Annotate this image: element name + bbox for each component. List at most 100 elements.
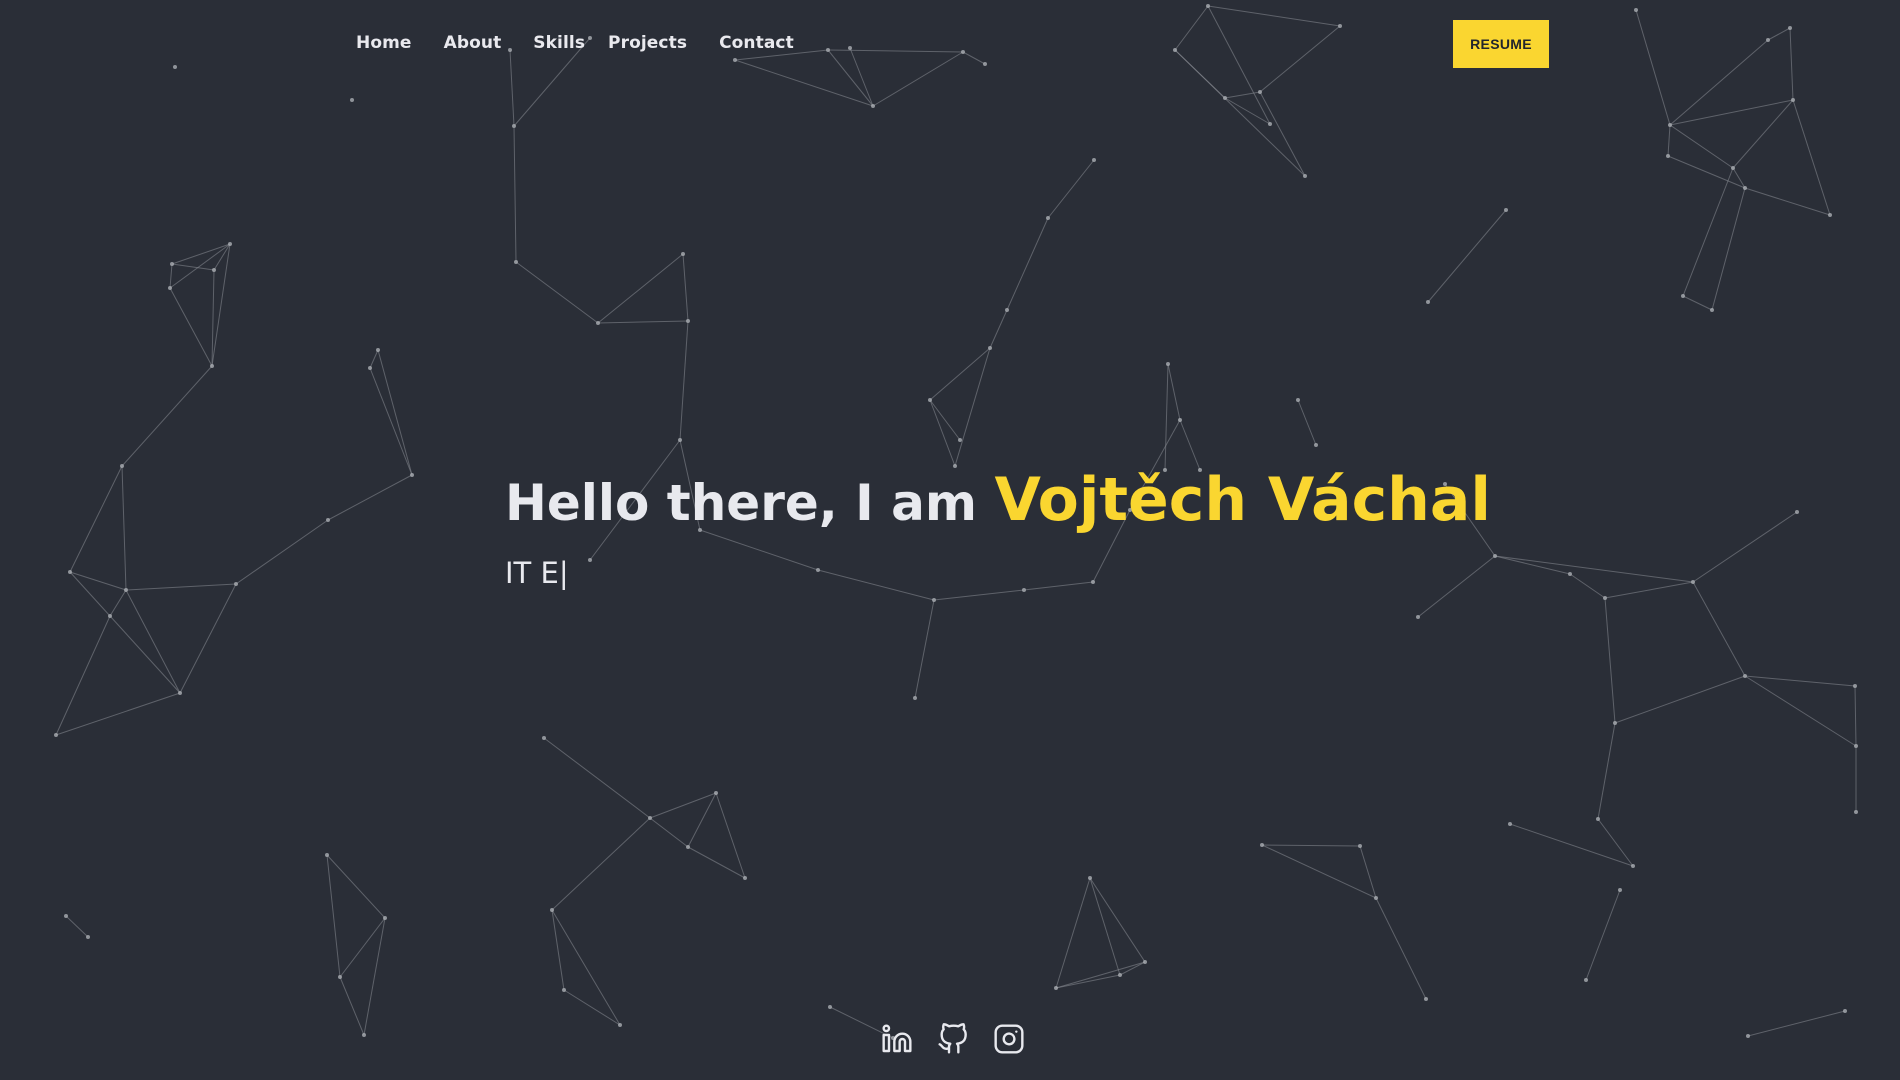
particle-node [1634,8,1638,12]
instagram-link[interactable] [992,1022,1026,1056]
particle-link [1597,722,1616,820]
particle-link [179,583,237,694]
particle-link [1711,187,1746,311]
particle-link [171,243,231,265]
particle-node [1166,362,1170,366]
hero-subtitle: IT E| [505,555,1491,591]
particle-link [1585,889,1621,981]
particle-link [377,349,413,476]
particle-link [1744,675,1856,687]
github-link[interactable] [936,1022,970,1056]
particle-node [1258,90,1262,94]
particle-node [1143,960,1147,964]
particle-node [1046,216,1050,220]
particle-link [1089,877,1146,963]
particle-link [55,615,111,736]
particle-node [1788,26,1792,30]
particle-link [326,854,386,919]
particle-link [1667,124,1671,157]
particle-link [1494,555,1694,583]
particle-link [211,243,231,367]
particle-node [988,346,992,350]
particle-link [1569,573,1606,599]
particle-link [1375,897,1427,1000]
particle-link [169,263,173,289]
particle-node [1828,213,1832,217]
particle-node [542,736,546,740]
particle-link [1297,399,1317,446]
particle-link [1047,159,1095,219]
particle-node [1424,997,1428,1001]
particle-node [828,1005,832,1009]
particle-link [682,253,689,322]
particle-link [1682,295,1713,311]
particle-node [173,65,177,69]
particle-node [1374,896,1378,900]
nav-link-contact[interactable]: Contact [719,32,794,54]
particle-node [686,845,690,849]
particle-link [1164,363,1169,471]
particle-link [827,49,964,53]
linkedin-link[interactable] [880,1022,914,1056]
particle-node [1853,684,1857,688]
particle-link [1259,25,1341,93]
particle-link [1494,555,1571,575]
particle-link [1767,27,1791,41]
particle-node [1746,1034,1750,1038]
particle-node [1731,166,1735,170]
nav-link-about[interactable]: About [444,32,502,54]
particle-link [734,59,874,107]
particle-node [1088,876,1092,880]
particle-node [1303,174,1307,178]
particle-node [743,876,747,880]
particle-node [648,816,652,820]
particle-link [1597,818,1634,867]
particle-link [1669,124,1734,169]
particle-node [1854,744,1858,748]
particle-link [363,917,386,1036]
particle-node [1791,98,1795,102]
page: Home About Skills Projects Contact RESUM… [0,0,1900,1080]
particle-link [1692,581,1746,677]
particle-link [1854,685,1857,747]
nav-link-skills[interactable]: Skills [533,32,585,54]
particle-link [369,349,379,369]
particle-node [562,988,566,992]
particle-node [871,104,875,108]
particle-node [1766,38,1770,42]
particle-link [235,519,329,585]
particle-link [169,287,213,367]
nav-link-home[interactable]: Home [356,32,412,54]
particle-link [1604,581,1694,599]
particle-node [1584,978,1588,982]
hero-title: Hello there, I am Vojtěch Váchal [505,460,1491,543]
resume-button[interactable]: RESUME [1453,20,1549,68]
particle-link [1259,91,1306,177]
linkedin-icon [882,1024,912,1053]
particle-node [120,464,124,468]
particle-link [327,474,413,521]
particle-link [513,125,517,263]
typing-cursor: | [558,556,569,590]
particle-node [1173,48,1177,52]
particle-node [86,935,90,939]
hero-greeting: Hello there, I am [505,474,995,532]
particle-link [1682,167,1734,297]
particle-link [1006,217,1049,311]
particle-link [933,589,1025,601]
particle-link [339,976,365,1036]
particle-link [1614,675,1746,724]
nav-link-projects[interactable]: Projects [608,32,687,54]
hero-typed-text: IT E [505,556,559,590]
particle-link [125,589,181,694]
hero: Hello there, I am Vojtěch Váchal IT E| [505,460,1491,591]
particle-link [1635,9,1671,126]
particle-link [369,367,413,476]
particle-node [54,733,58,737]
particle-node [1618,888,1622,892]
particle-node [1296,398,1300,402]
particle-link [1509,823,1634,867]
particle-link [1261,844,1377,899]
particle-link [109,589,127,617]
particle-node [678,438,682,442]
